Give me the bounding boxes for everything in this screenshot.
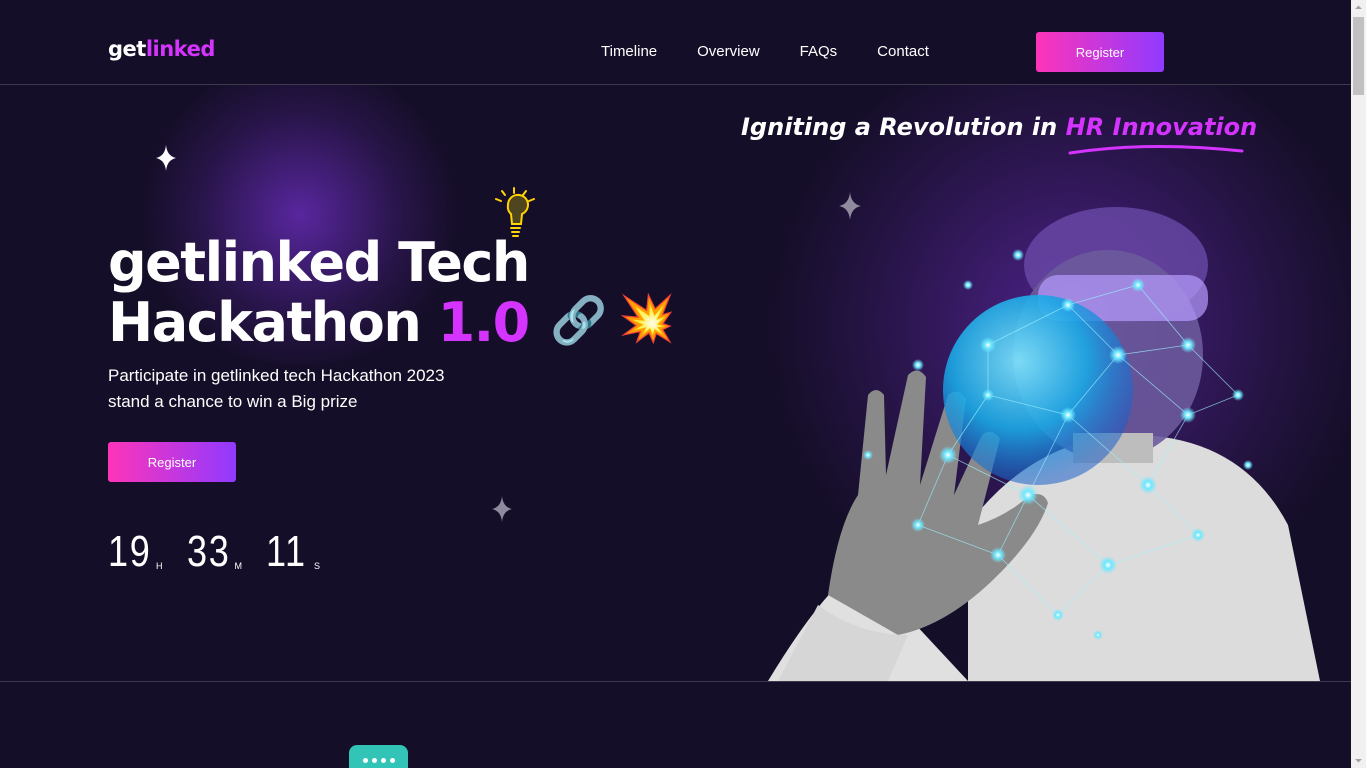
scroll-down-arrow-icon[interactable] (1351, 753, 1366, 768)
tagline-highlight: HR Innovation (1065, 113, 1258, 141)
nav-timeline[interactable]: Timeline (601, 43, 657, 60)
logo[interactable]: getlinked (108, 37, 215, 61)
main-nav: Timeline Overview FAQs Contact (601, 43, 969, 60)
timer-minutes-unit: M (234, 561, 243, 571)
hero-person-image (768, 207, 1320, 681)
tagline-text: Igniting a Revolution in (741, 113, 1066, 141)
timer-seconds-unit: S (314, 561, 321, 571)
subtitle-line-2: stand a chance to win a Big prize (108, 392, 358, 411)
title-version: 1.0 (437, 291, 531, 354)
explosion-icon: 💥 (618, 291, 676, 345)
hero-tagline: Igniting a Revolution in HR Innovation (741, 113, 1257, 141)
link-chain-icon: 🔗 (550, 293, 608, 347)
timer-hours-unit: H (156, 561, 163, 571)
landing-page: getlinked Timeline Overview FAQs Contact… (0, 0, 1351, 768)
title-line-2: Hackathon (108, 291, 438, 354)
timer-minutes: 33 (186, 527, 230, 576)
sparkle-star-icon (492, 496, 512, 522)
hero-subtitle: Participate in getlinked tech Hackathon … (108, 363, 528, 415)
logo-text-linked: linked (145, 37, 216, 61)
dot (371, 757, 377, 763)
nav-overview[interactable]: Overview (697, 43, 760, 60)
site-header: getlinked Timeline Overview FAQs Contact… (0, 0, 1351, 85)
scrollbar-thumb[interactable] (1353, 17, 1364, 95)
timer-seconds: 11 (266, 527, 307, 576)
subtitle-line-1: Participate in getlinked tech Hackathon … (108, 366, 445, 385)
title-line-1: getlinked Tech (108, 231, 530, 294)
dot (380, 757, 386, 763)
header-register-button[interactable]: Register (1036, 32, 1164, 72)
page-scrollbar[interactable] (1351, 0, 1366, 768)
dot (389, 757, 395, 763)
sparkle-star-icon (156, 145, 176, 171)
tagline-underline (1068, 144, 1244, 155)
timer-hours: 19 (108, 527, 152, 576)
hero-title: getlinked Tech Hackathon 1.0 (108, 231, 531, 354)
dot (362, 757, 368, 763)
hero-section: Igniting a Revolution in HR Innovation g… (0, 85, 1351, 682)
nav-contact[interactable]: Contact (877, 43, 929, 60)
nav-faqs[interactable]: FAQs (800, 43, 838, 60)
chat-bubble-icon (349, 745, 408, 768)
hero-register-button[interactable]: Register (108, 442, 236, 482)
countdown-timer: 19 H 33 M 11 S (108, 527, 344, 577)
logo-text-get: get (108, 37, 146, 61)
scroll-up-arrow-icon[interactable] (1351, 0, 1366, 15)
